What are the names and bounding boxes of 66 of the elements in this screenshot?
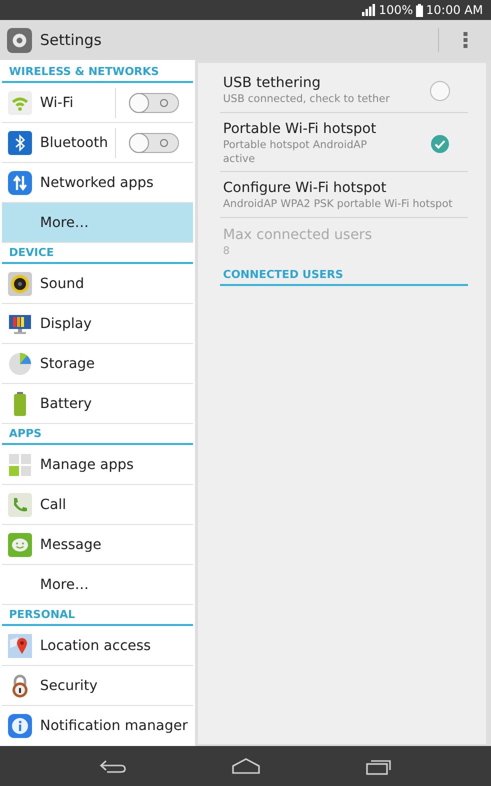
arrows-icon: [8, 170, 32, 194]
section-header: DEVICE: [2, 243, 193, 264]
item-label: Networked apps: [40, 174, 154, 190]
item-label: More…: [40, 576, 89, 592]
settings-item[interactable]: Message: [2, 525, 193, 565]
back-icon: [98, 758, 126, 774]
item-label: Security: [40, 678, 98, 694]
item-label: Message: [40, 536, 102, 552]
item-label: Battery: [40, 396, 92, 412]
preference-summary: 8: [223, 244, 231, 259]
item-label: Manage apps: [40, 456, 134, 472]
home-icon: [230, 757, 260, 775]
speaker-icon: [8, 272, 32, 296]
settings-item[interactable]: Bluetooth: [2, 123, 193, 163]
grid-icon: [8, 452, 32, 476]
preference-title: Portable Wi-Fi hotspot: [223, 121, 378, 137]
section-header: WIRELESS & NETWORKS: [2, 62, 193, 83]
section-header: PERSONAL: [2, 605, 193, 626]
pie-chart-icon: [8, 352, 32, 376]
item-label: Notification manager: [40, 718, 188, 734]
item-label: Storage: [40, 356, 95, 372]
gear-icon: [7, 28, 32, 52]
map-pin-icon: [8, 634, 32, 658]
wifi-icon: [8, 90, 32, 114]
settings-item[interactable]: More…: [2, 565, 193, 605]
checkbox[interactable]: [430, 134, 450, 154]
info-icon: [8, 714, 32, 738]
section-header: CONNECTED USERS: [220, 268, 468, 286]
item-label: Sound: [40, 276, 84, 292]
settings-item[interactable]: Storage: [2, 344, 193, 384]
overflow-menu-icon: [462, 32, 468, 48]
settings-item[interactable]: More…: [2, 203, 193, 243]
settings-item[interactable]: Manage apps: [2, 445, 193, 485]
section-header: APPS: [2, 424, 193, 445]
phone-icon: [8, 492, 32, 516]
item-label: More…: [40, 214, 89, 230]
settings-item[interactable]: Sound: [2, 264, 193, 304]
bluetooth-icon: [8, 130, 32, 154]
settings-item[interactable]: Call: [2, 485, 193, 525]
preference-summary: AndroidAP WPA2 PSK portable Wi-Fi hotspot: [223, 198, 454, 212]
checkbox[interactable]: [430, 81, 450, 101]
toggle-switch[interactable]: [129, 132, 179, 152]
preference-summary: Portable hotspot AndroidAP active: [223, 139, 368, 166]
settings-item[interactable]: Wi-Fi: [2, 83, 193, 123]
settings-item[interactable]: Notification manager: [2, 706, 193, 745]
item-label: Wi-Fi: [40, 94, 74, 110]
battery-percent: 100%: [378, 3, 414, 17]
preference-title: Max connected users: [223, 226, 373, 243]
item-label: Bluetooth: [40, 134, 108, 150]
recent-apps-icon: [364, 757, 392, 775]
settings-item[interactable]: Display: [2, 304, 193, 344]
settings-item[interactable]: Location access: [2, 626, 193, 666]
settings-item[interactable]: Battery: [2, 384, 193, 424]
item-label: Display: [40, 316, 92, 332]
item-label: Call: [40, 496, 66, 512]
message-icon: [8, 532, 32, 556]
settings-item[interactable]: Security: [2, 666, 193, 706]
preference-title: USB tethering: [223, 75, 322, 92]
preference-title: Configure Wi-Fi hotspot: [223, 180, 388, 196]
toggle-switch[interactable]: [129, 92, 179, 112]
clock: 10:00 AM: [426, 3, 483, 17]
app-title: Settings: [40, 31, 102, 49]
signal-icon: [362, 4, 376, 16]
preference-summary: USB connected, check to tether: [223, 93, 391, 107]
battery-icon: [416, 4, 424, 16]
item-label: Location access: [40, 638, 151, 654]
